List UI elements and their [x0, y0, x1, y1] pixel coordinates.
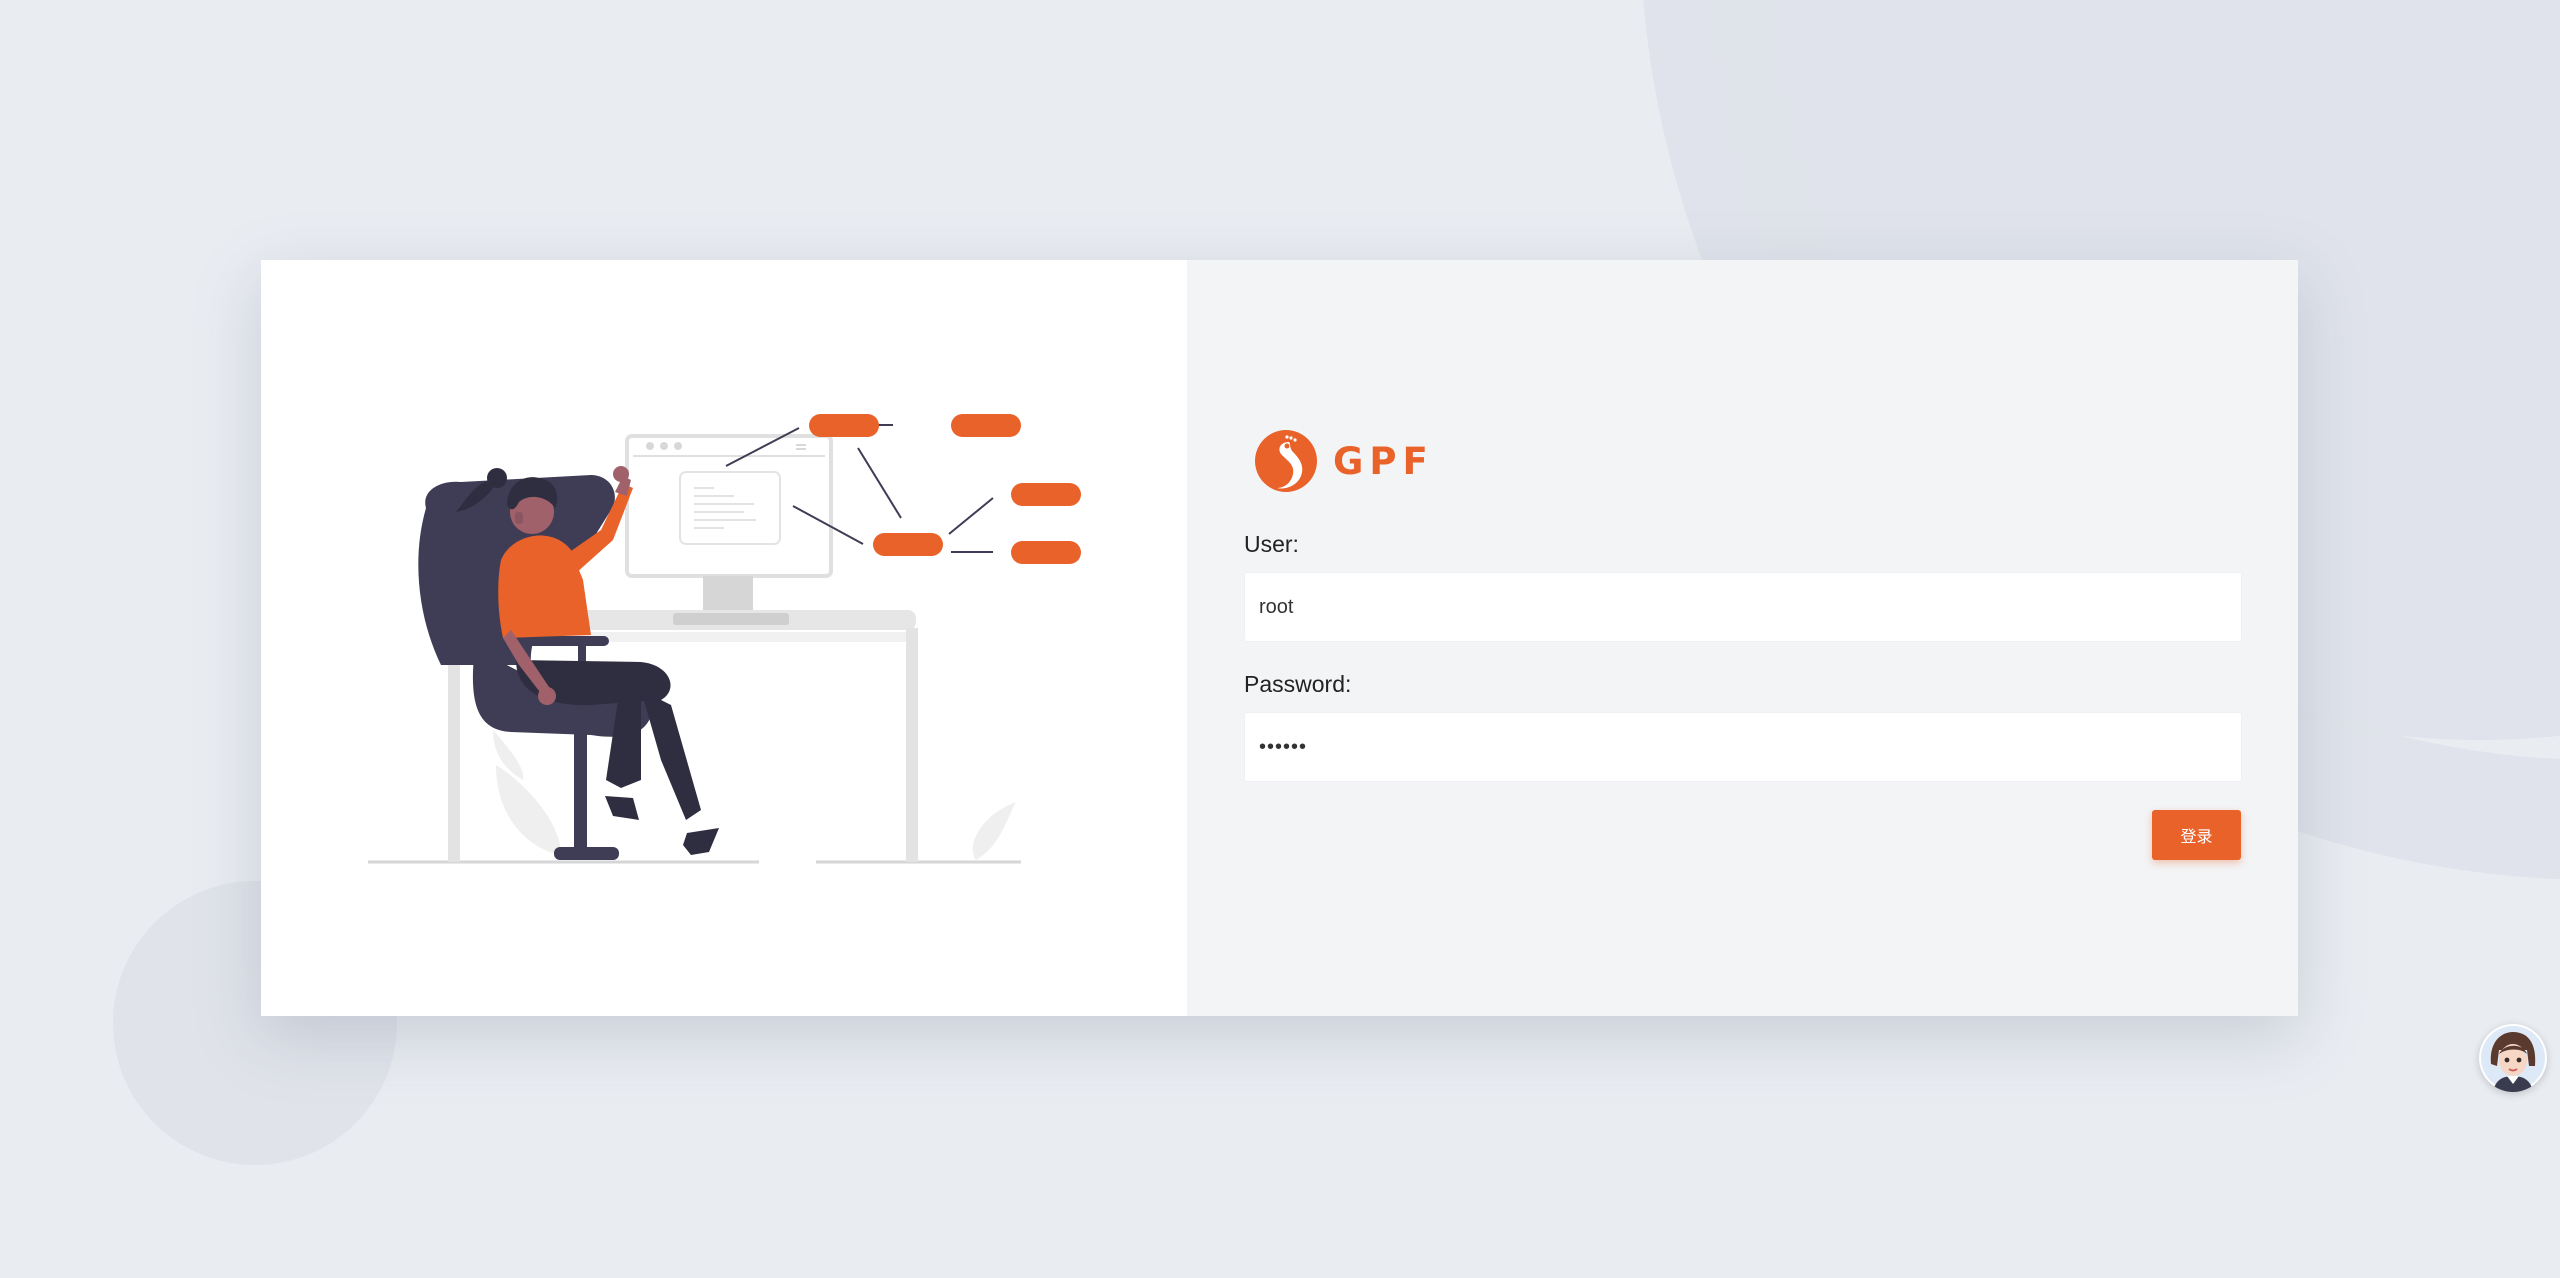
woman-at-desk-flowchart-illustration — [368, 414, 1081, 864]
brand: GPF — [1253, 428, 1434, 494]
password-label: Password: — [1244, 671, 1352, 697]
password-input[interactable] — [1244, 712, 2242, 782]
illustration-panel — [261, 260, 1187, 1016]
user-input[interactable] — [1244, 572, 2242, 642]
user-label: User: — [1244, 531, 1299, 557]
peacock-logo-icon — [1255, 430, 1317, 492]
assistant-avatar-button[interactable] — [2479, 1024, 2547, 1092]
assistant-avatar-icon — [2481, 1026, 2545, 1092]
login-button[interactable]: 登录 — [2152, 810, 2241, 860]
brand-name: GPF — [1333, 439, 1434, 483]
